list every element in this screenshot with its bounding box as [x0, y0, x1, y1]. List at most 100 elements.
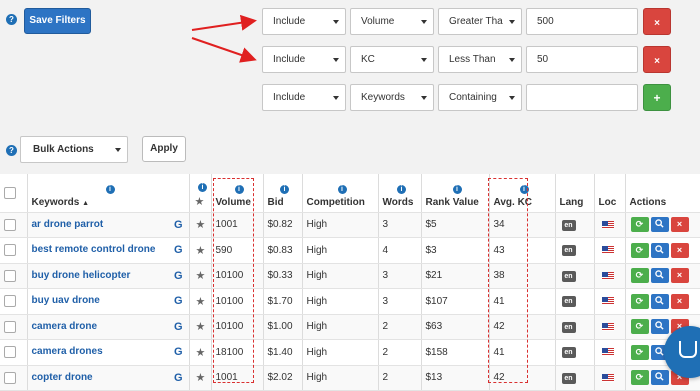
google-icon[interactable]: G: [174, 346, 183, 358]
us-flag-icon: [601, 220, 614, 229]
refresh-icon[interactable]: ⟳: [630, 370, 649, 386]
filter-2-value-input[interactable]: 50: [526, 46, 638, 73]
filter-2-operator-select[interactable]: Less Than: [438, 46, 522, 73]
add-filter-button[interactable]: +: [643, 84, 671, 111]
words-cell: 3: [378, 263, 422, 289]
star-icon[interactable]: ★: [196, 296, 206, 308]
search-icon[interactable]: [650, 370, 669, 386]
filter-1-operator-select[interactable]: Greater Tha: [438, 8, 522, 35]
keyword-link[interactable]: camera drone: [32, 321, 98, 332]
row-select-cell: [0, 314, 28, 340]
row-checkbox[interactable]: [4, 269, 16, 282]
refresh-icon[interactable]: ⟳: [630, 293, 649, 309]
star-icon[interactable]: ★: [196, 321, 206, 333]
refresh-icon[interactable]: ⟳: [630, 242, 649, 258]
volume-cell: 10100: [211, 288, 264, 315]
filter-3-logic-select[interactable]: Include: [262, 84, 346, 111]
remove-filter-1-button[interactable]: ×: [643, 8, 671, 35]
filter-1-field-select[interactable]: Volume: [350, 8, 434, 35]
select-all-header: [0, 174, 28, 213]
col-words[interactable]: i Words: [378, 174, 422, 213]
row-select-cell: [0, 288, 28, 315]
info-icon: i: [198, 182, 207, 192]
select-all-checkbox[interactable]: [4, 186, 16, 199]
col-keywords[interactable]: i Keywords ▲: [27, 174, 190, 213]
col-avg-kc[interactable]: i Avg. KC: [489, 174, 556, 213]
row-checkbox[interactable]: [4, 295, 16, 308]
google-icon[interactable]: G: [174, 295, 183, 307]
row-checkbox[interactable]: [4, 371, 16, 384]
loc-cell: [594, 339, 626, 366]
col-rank-value[interactable]: i Rank Value: [421, 174, 490, 213]
refresh-icon[interactable]: ⟳: [630, 344, 649, 360]
keyword-cell: copter drone G: [27, 365, 190, 391]
row-checkbox[interactable]: [4, 244, 16, 257]
keyword-link[interactable]: camera drones: [32, 346, 103, 357]
row-checkbox[interactable]: [4, 320, 16, 333]
search-icon[interactable]: [650, 293, 669, 309]
filter-2-field-select[interactable]: KC: [350, 46, 434, 73]
refresh-icon[interactable]: ⟳: [630, 217, 649, 233]
filter-2-logic-select[interactable]: Include: [262, 46, 346, 73]
delete-icon[interactable]: ×: [670, 242, 689, 258]
star-icon[interactable]: ★: [196, 245, 206, 257]
google-icon[interactable]: G: [174, 372, 183, 384]
search-icon[interactable]: [650, 319, 669, 335]
competition-cell: High: [302, 237, 379, 264]
actions-cell: ⟳×: [625, 237, 700, 264]
keyword-link[interactable]: buy drone helicopter: [32, 270, 131, 281]
google-icon[interactable]: G: [174, 321, 183, 333]
filter-3-operator-select[interactable]: Containing: [438, 84, 522, 111]
star-icon[interactable]: ★: [196, 347, 206, 359]
language-badge: en: [561, 219, 576, 231]
info-icon: i: [105, 184, 115, 194]
star-icon[interactable]: ★: [196, 219, 206, 231]
keyword-link[interactable]: best remote control drone: [32, 244, 156, 255]
keyword-link[interactable]: copter drone: [32, 372, 93, 383]
rank-value-cell: $3: [421, 237, 490, 264]
keyword-link[interactable]: ar drone parrot: [32, 219, 104, 230]
star-icon[interactable]: ★: [196, 270, 206, 282]
search-icon[interactable]: [650, 242, 669, 258]
col-competition[interactable]: i Competition: [302, 174, 379, 213]
search-icon[interactable]: [650, 217, 669, 233]
chevron-down-icon: [509, 20, 515, 24]
language-badge: en: [561, 372, 576, 384]
help-icon[interactable]: ?: [6, 14, 17, 25]
close-icon: ×: [654, 18, 660, 29]
save-filters-button[interactable]: Save Filters: [24, 8, 91, 34]
filter-1-value-input[interactable]: 500: [526, 8, 638, 35]
row-select-cell: [0, 237, 28, 264]
keyword-cell: best remote control drone G: [27, 237, 190, 264]
col-bid-label: Bid: [267, 196, 284, 208]
filter-3-field-select[interactable]: Keywords: [350, 84, 434, 111]
col-competition-label: Competition: [306, 196, 365, 208]
col-volume[interactable]: i Volume: [211, 174, 264, 213]
favorite-cell: ★: [189, 314, 212, 340]
google-icon[interactable]: G: [174, 244, 183, 256]
help-icon[interactable]: ?: [6, 145, 17, 156]
col-rank-value-label: Rank Value: [425, 196, 479, 208]
rank-value-cell: $5: [421, 212, 490, 238]
row-checkbox[interactable]: [4, 346, 16, 359]
delete-icon[interactable]: ×: [670, 293, 689, 309]
star-icon[interactable]: ★: [196, 372, 206, 384]
avg-kc-cell: 38: [489, 263, 556, 289]
row-checkbox[interactable]: [4, 218, 16, 231]
filter-1-logic-select[interactable]: Include: [262, 8, 346, 35]
refresh-icon[interactable]: ⟳: [630, 319, 649, 335]
table-row: copter drone G ★ 1001 $2.02 High 2 $13 42 en ⟳ ×: [0, 365, 700, 391]
apply-button[interactable]: Apply: [142, 136, 186, 162]
search-icon[interactable]: [650, 268, 669, 284]
filter-3-value-input[interactable]: [526, 84, 638, 111]
us-flag-icon: [601, 246, 614, 255]
keyword-link[interactable]: buy uav drone: [32, 295, 100, 306]
google-icon[interactable]: G: [174, 219, 183, 231]
remove-filter-2-button[interactable]: ×: [643, 46, 671, 73]
google-icon[interactable]: G: [174, 270, 183, 282]
refresh-icon[interactable]: ⟳: [630, 268, 649, 284]
col-bid[interactable]: i Bid: [263, 174, 303, 213]
bulk-actions-select[interactable]: Bulk Actions: [20, 136, 128, 163]
delete-icon[interactable]: ×: [670, 217, 689, 233]
delete-icon[interactable]: ×: [670, 268, 689, 284]
